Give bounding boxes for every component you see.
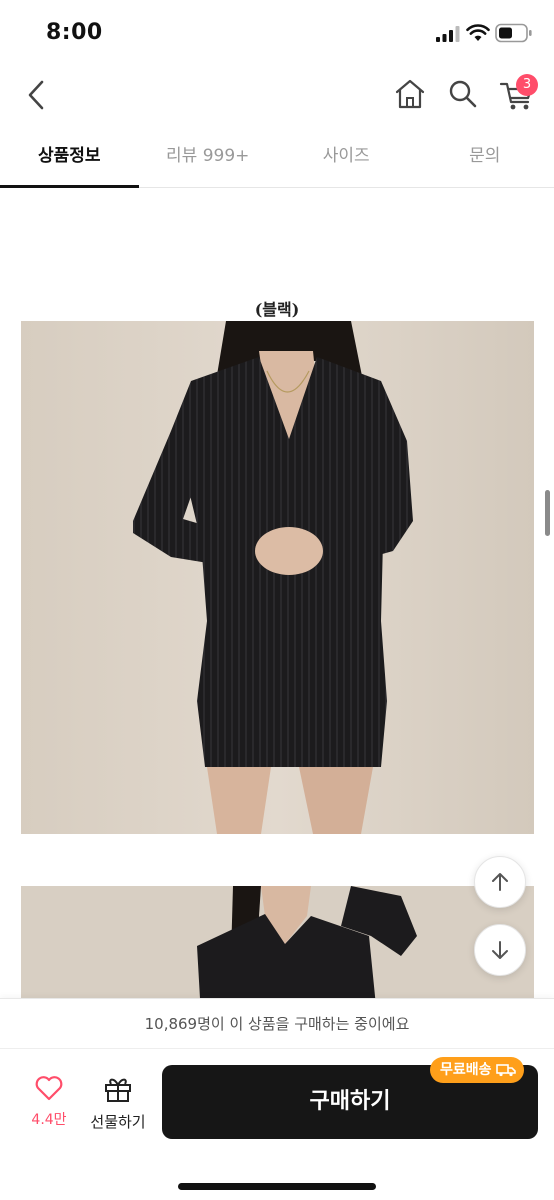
scroll-to-top-button[interactable] xyxy=(474,856,526,908)
bottom-action-bar: 4.4만 선물하기 구매하기 무료배송 xyxy=(0,1048,554,1200)
tab-size[interactable]: 사이즈 xyxy=(277,126,416,187)
gift-button[interactable]: 선물하기 xyxy=(86,1075,150,1135)
signal-icon xyxy=(436,26,460,42)
home-icon[interactable] xyxy=(393,78,427,110)
cart-count-badge: 3 xyxy=(516,74,538,96)
free-shipping-label: 무료배송 xyxy=(440,1062,492,1078)
scroll-to-bottom-button[interactable] xyxy=(474,924,526,976)
home-indicator xyxy=(178,1183,376,1190)
truck-icon xyxy=(495,1064,516,1077)
product-photo-black-dress xyxy=(21,321,534,834)
detail-tabs: 상품정보 리뷰 999+ 사이즈 문의 xyxy=(0,126,554,188)
color-caption: (블랙) xyxy=(254,300,300,319)
scrollbar-thumb[interactable] xyxy=(545,490,550,536)
gift-icon xyxy=(105,1078,131,1102)
heart-icon xyxy=(35,1076,63,1101)
product-photo-black-dress-2 xyxy=(21,886,534,998)
tab-product-info[interactable]: 상품정보 xyxy=(0,126,139,188)
gift-label: 선물하기 xyxy=(90,1113,146,1131)
like-button[interactable]: 4.4만 xyxy=(22,1075,76,1135)
back-icon[interactable] xyxy=(22,78,52,112)
arrow-up-icon xyxy=(492,873,508,891)
status-time: 8:00 xyxy=(46,20,103,45)
tab-reviews[interactable]: 리뷰 999+ xyxy=(139,126,278,187)
buyers-notice: 10,869명이 이 상품을 구매하는 중이에요 xyxy=(0,998,554,1048)
search-icon[interactable] xyxy=(447,78,479,110)
tab-inquiry[interactable]: 문의 xyxy=(416,126,554,187)
like-count: 4.4만 xyxy=(31,1112,67,1128)
arrow-down-icon xyxy=(492,941,508,959)
status-bar: 8:00 xyxy=(0,0,554,64)
wifi-icon xyxy=(466,24,490,41)
battery-icon xyxy=(495,23,532,43)
free-shipping-badge: 무료배송 xyxy=(430,1057,524,1083)
product-detail-content[interactable]: (블랙) xyxy=(0,188,554,998)
nav-bar: 3 xyxy=(0,64,554,126)
product-detail-page: 8:00 3 상품정보 리뷰 999+ 사이즈 문의 (블랙) 10,869명이… xyxy=(0,0,554,1200)
